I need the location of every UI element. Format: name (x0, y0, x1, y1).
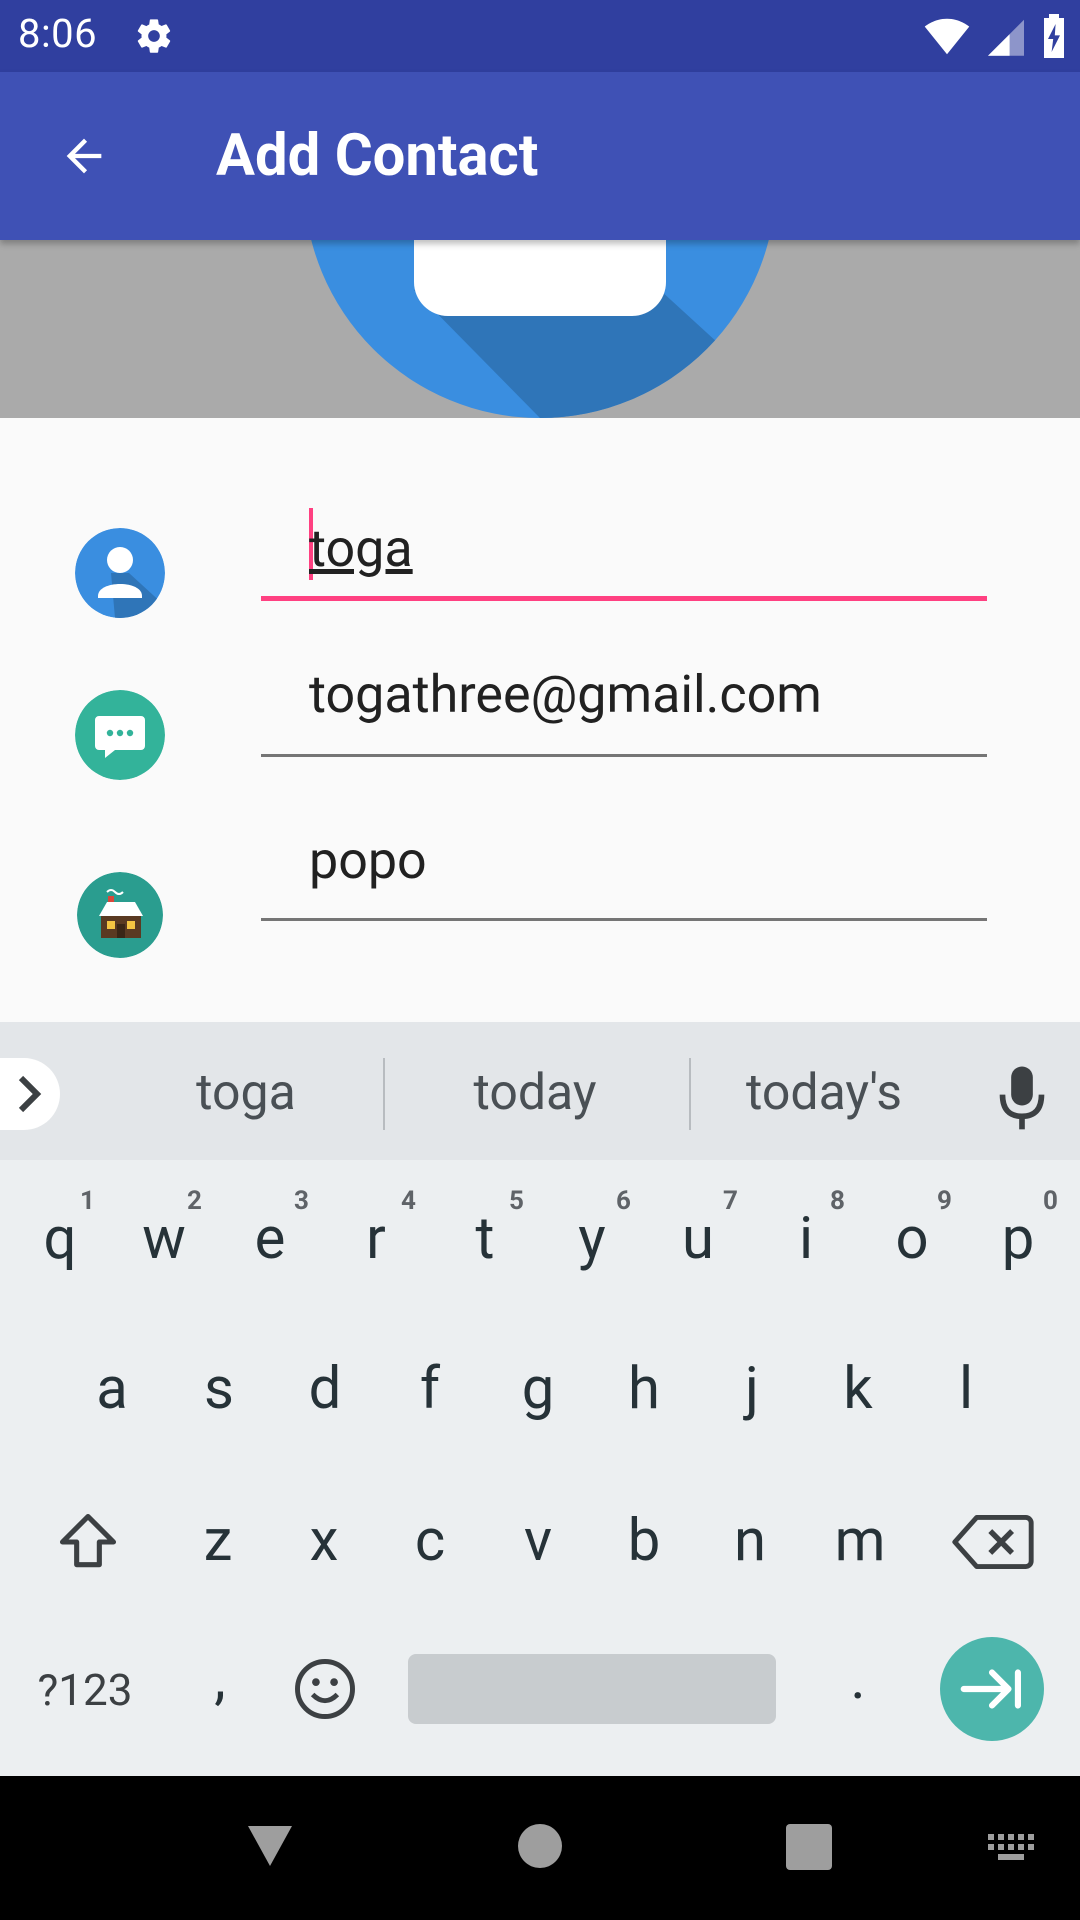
suggestion-1[interactable]: toga (146, 1064, 346, 1122)
key-hint-8: 8 (830, 1186, 845, 1216)
contact-avatar-icon (311, 240, 776, 418)
key-y[interactable]: y (562, 1210, 622, 1268)
key-o[interactable]: o (882, 1210, 942, 1268)
key-g[interactable]: g (508, 1360, 568, 1418)
signal-icon (988, 19, 1024, 56)
keyboard-switch-icon[interactable] (988, 1834, 1038, 1864)
key-hint-4: 4 (401, 1186, 416, 1216)
key-e[interactable]: e (240, 1210, 300, 1268)
backspace-key[interactable] (948, 1504, 1038, 1580)
arrow-back-icon (66, 138, 102, 174)
emoji-key[interactable] (292, 1656, 358, 1722)
next-field-key[interactable] (940, 1637, 1044, 1741)
suggestion-divider (383, 1058, 385, 1130)
email-row: togathree@gmail.com (0, 664, 1080, 828)
battery-charging-icon (1044, 14, 1064, 58)
key-x[interactable]: x (294, 1512, 354, 1570)
tab-next-icon (960, 1669, 1021, 1709)
contact-form: toga togathree@gmail.com popo (0, 418, 1080, 1022)
suggestion-divider (689, 1058, 691, 1130)
key-j[interactable]: j (722, 1360, 782, 1418)
key-a[interactable]: a (82, 1360, 142, 1418)
app-bar: Add Contact (0, 72, 1080, 240)
suggestion-3[interactable]: today's (724, 1064, 924, 1122)
key-n[interactable]: n (720, 1512, 780, 1570)
key-hint-7: 7 (723, 1186, 738, 1216)
email-input[interactable]: togathree@gmail.com (309, 664, 822, 725)
name-input[interactable]: toga (309, 518, 413, 579)
name-field-underline (261, 596, 987, 601)
chevron-right-icon (18, 1075, 42, 1113)
message-icon (75, 690, 165, 780)
back-button[interactable] (44, 116, 124, 196)
suggestion-strip: toga today today's (0, 1022, 1080, 1160)
key-z[interactable]: z (188, 1512, 248, 1570)
key-d[interactable]: d (295, 1360, 355, 1418)
address-input[interactable]: popo (309, 830, 427, 891)
key-u[interactable]: u (668, 1210, 728, 1268)
email-field-underline (261, 754, 987, 757)
key-c[interactable]: c (400, 1512, 460, 1570)
key-hint-5: 5 (509, 1186, 524, 1216)
wifi-icon (924, 18, 970, 55)
page-title: Add Contact (216, 122, 539, 190)
key-m[interactable]: m (830, 1512, 890, 1570)
key-l[interactable]: l (936, 1360, 996, 1418)
key-hint-9: 9 (937, 1186, 952, 1216)
microphone-icon[interactable] (996, 1064, 1048, 1134)
key-hint-2: 2 (187, 1186, 202, 1216)
key-t[interactable]: t (455, 1210, 515, 1268)
comma-key[interactable]: , (190, 1650, 250, 1708)
contact-photo-header[interactable] (0, 240, 1080, 418)
expand-suggestions-button[interactable] (0, 1058, 60, 1130)
smiley-icon (295, 1659, 355, 1719)
backspace-icon (952, 1515, 1034, 1569)
key-v[interactable]: v (508, 1512, 568, 1570)
shift-key[interactable] (48, 1504, 128, 1580)
key-i[interactable]: i (776, 1210, 836, 1268)
symbols-key[interactable]: ?123 (30, 1668, 140, 1712)
key-h[interactable]: h (614, 1360, 674, 1418)
key-q[interactable]: q (30, 1210, 90, 1268)
status-bar: 8:06 (0, 0, 1080, 72)
back-triangle-icon[interactable] (246, 1824, 294, 1868)
house-icon (77, 872, 163, 958)
key-hint-6: 6 (616, 1186, 631, 1216)
key-b[interactable]: b (614, 1512, 674, 1570)
name-row: toga (0, 488, 1080, 648)
key-f[interactable]: f (400, 1360, 460, 1418)
home-circle-icon[interactable] (518, 1824, 562, 1868)
key-k[interactable]: k (828, 1360, 888, 1418)
key-hint-1: 1 (80, 1186, 95, 1216)
person-icon (75, 528, 165, 618)
period-key[interactable]: . (828, 1650, 888, 1708)
key-w[interactable]: w (134, 1210, 194, 1268)
space-key[interactable] (408, 1654, 776, 1724)
status-time: 8:06 (18, 10, 98, 57)
navigation-bar (0, 1776, 1080, 1920)
address-field-underline (261, 918, 987, 921)
gear-icon (137, 19, 171, 53)
key-hint-3: 3 (294, 1186, 309, 1216)
key-r[interactable]: r (346, 1210, 406, 1268)
key-p[interactable]: p (988, 1210, 1048, 1268)
shift-icon (59, 1513, 117, 1568)
key-hint-0: 0 (1043, 1186, 1058, 1216)
key-s[interactable]: s (189, 1360, 249, 1418)
suggestion-2[interactable]: today (435, 1064, 635, 1122)
recents-square-icon[interactable] (786, 1824, 832, 1870)
address-row: popo (0, 830, 1080, 994)
